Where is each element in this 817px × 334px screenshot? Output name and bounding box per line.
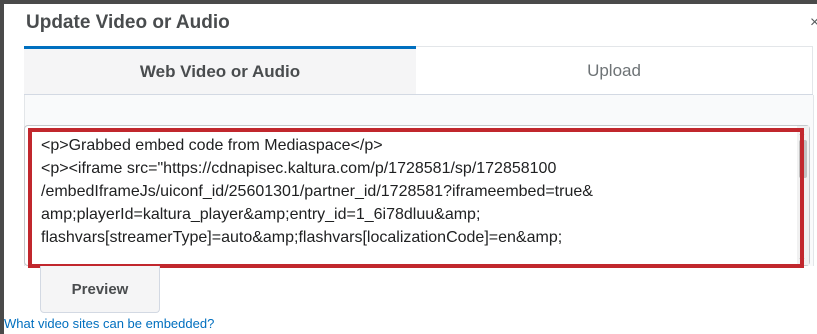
close-icon[interactable]: × <box>810 14 817 32</box>
code-line: /embedIframeJs/uiconf_id/25601301/partne… <box>41 183 593 200</box>
code-line: <p>Grabbed embed code from Mediaspace</p… <box>41 137 383 154</box>
update-video-dialog: Update Video or Audio × Web Video or Aud… <box>4 4 817 334</box>
dialog-title: Update Video or Audio <box>26 12 230 33</box>
textarea-scrollbar[interactable]: ▲ ▼ <box>797 126 809 265</box>
embed-code-text[interactable]: <p>Grabbed embed code from Mediaspace</p… <box>41 134 801 261</box>
tab-upload[interactable]: Upload <box>416 46 813 94</box>
scroll-down-icon[interactable]: ▼ <box>798 256 806 265</box>
code-line: amp;playerId=kaltura_player&amp;entry_id… <box>41 206 481 223</box>
preview-button[interactable]: Preview <box>40 266 160 313</box>
scroll-up-icon[interactable]: ▲ <box>798 128 806 137</box>
code-line: flashvars[streamerType]=auto&amp;flashva… <box>41 229 563 246</box>
tab-label: Web Video or Audio <box>139 61 301 81</box>
scrollbar-thumb[interactable] <box>799 140 807 178</box>
tab-web-video-or-audio[interactable]: Web Video or Audio <box>24 46 416 94</box>
embeddable-sites-help-link[interactable]: What video sites can be embedded? <box>4 316 214 331</box>
embed-code-textarea[interactable]: <p>Grabbed embed code from Mediaspace</p… <box>24 125 810 266</box>
code-line: <p><iframe src="https://cdnapisec.kaltur… <box>41 160 557 177</box>
tab-label: Upload <box>587 60 641 80</box>
